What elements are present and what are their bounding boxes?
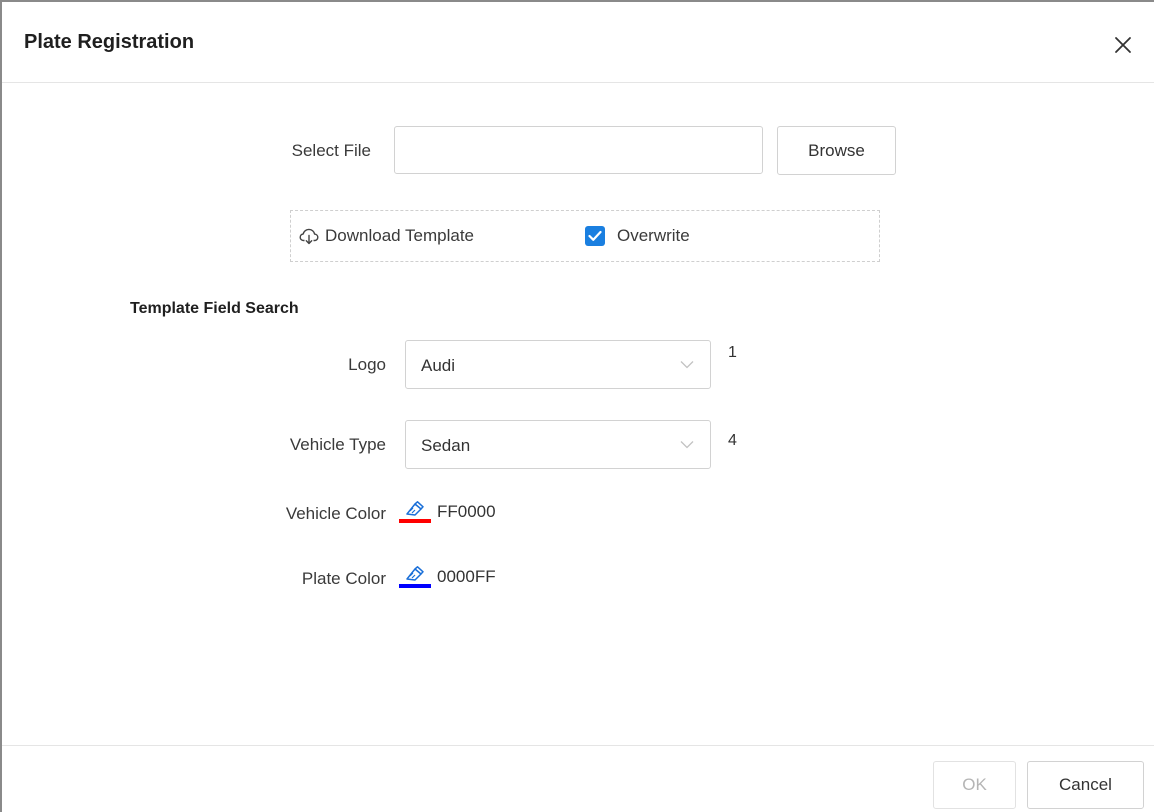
plate-color-row: 0000FF <box>399 566 496 588</box>
vehicle-type-count: 4 <box>728 432 737 449</box>
dialog-title: Plate Registration <box>24 31 195 53</box>
template-field-search-title: Template Field Search <box>130 300 299 317</box>
file-path-input[interactable] <box>394 126 763 174</box>
logo-select-value: Audi <box>421 356 456 375</box>
chevron-down-icon <box>680 361 694 369</box>
vehicle-type-select-value: Sedan <box>421 436 471 455</box>
chevron-down-icon <box>680 441 694 449</box>
plate-color-value: 0000FF <box>437 567 496 586</box>
select-file-label: Select File <box>291 141 371 160</box>
overwrite-option[interactable]: Overwrite <box>585 226 690 246</box>
cancel-button[interactable]: Cancel <box>1027 761 1144 809</box>
vehicle-color-label: Vehicle Color <box>285 504 386 523</box>
logo-count: 1 <box>728 344 737 361</box>
checkmark-icon <box>588 230 602 241</box>
color-picker-icon[interactable] <box>399 501 431 523</box>
logo-label: Logo <box>348 355 386 374</box>
close-icon[interactable] <box>1112 34 1134 56</box>
logo-select[interactable]: Audi <box>405 340 711 389</box>
dialog-header: Plate Registration <box>2 2 1154 83</box>
vehicle-color-row: FF0000 <box>399 501 496 523</box>
vehicle-color-value: FF0000 <box>437 502 496 521</box>
vehicle-type-label: Vehicle Type <box>289 435 386 454</box>
download-template-link[interactable]: Download Template <box>299 226 474 246</box>
color-picker-icon[interactable] <box>399 566 431 588</box>
template-options-box: Download Template Overwrite <box>290 210 880 262</box>
vehicle-color-swatch <box>399 519 431 523</box>
overwrite-checkbox[interactable] <box>585 226 605 246</box>
overwrite-label: Overwrite <box>617 226 690 245</box>
ok-button[interactable]: OK <box>933 761 1016 809</box>
cloud-download-icon <box>299 228 319 245</box>
plate-registration-dialog: Plate Registration Select File Browse Do… <box>0 0 1154 812</box>
download-template-label: Download Template <box>325 226 474 245</box>
plate-color-swatch <box>399 584 431 588</box>
vehicle-type-select[interactable]: Sedan <box>405 420 711 469</box>
browse-button[interactable]: Browse <box>777 126 896 175</box>
plate-color-label: Plate Color <box>301 569 386 588</box>
